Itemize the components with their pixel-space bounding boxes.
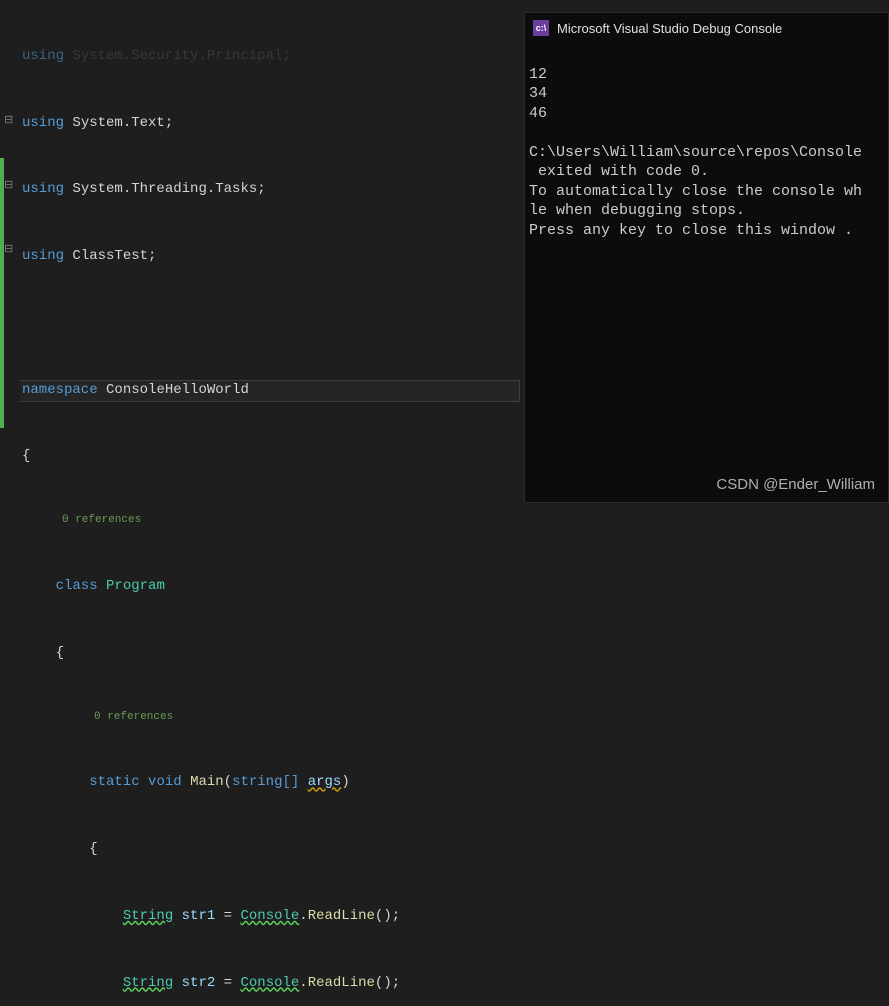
debug-console-window[interactable]: c:\ Microsoft Visual Studio Debug Consol… (524, 12, 889, 503)
gutter: ⊟ ⊟ ⊟ (0, 0, 20, 503)
code-editor[interactable]: ⊟ ⊟ ⊟ using System.Security.Principal; u… (0, 0, 520, 503)
watermark: CSDN @Ender_William (716, 476, 875, 493)
fold-icon[interactable]: ⊟ (4, 242, 13, 260)
code-content[interactable]: using System.Security.Principal; using S… (22, 0, 400, 1006)
console-title: Microsoft Visual Studio Debug Console (557, 21, 782, 36)
fold-icon[interactable]: ⊟ (4, 178, 13, 196)
fold-icon[interactable]: ⊟ (4, 113, 13, 131)
console-output: 12 34 46 C:\Users\William\source\repos\C… (525, 43, 888, 262)
console-icon: c:\ (533, 20, 549, 36)
console-title-bar[interactable]: c:\ Microsoft Visual Studio Debug Consol… (525, 13, 888, 43)
codelens-references[interactable]: 0 references (22, 512, 400, 530)
codelens-references[interactable]: 0 references (22, 709, 400, 727)
change-marker (0, 158, 4, 428)
